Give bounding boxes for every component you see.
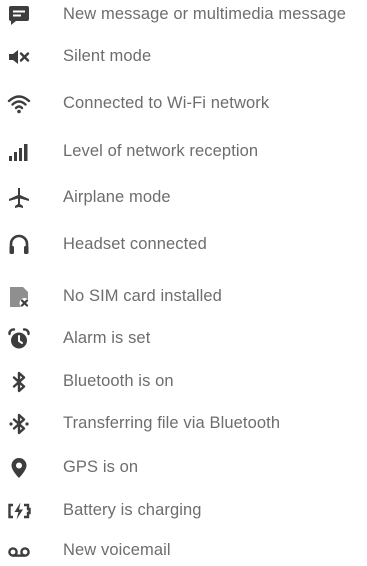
legend-label: Battery is charging [63,501,202,519]
legend-label: Airplane mode [63,188,171,206]
legend-label: Connected to Wi-Fi network [63,94,270,112]
legend-row-battery-charging: Battery is charging [0,496,367,526]
legend-label: Transferring file via Bluetooth [63,414,281,432]
bluetooth-transfer-icon [7,412,31,436]
legend-label: No SIM card installed [63,287,222,305]
headset-icon [7,233,31,257]
silent-mode-icon [7,45,31,69]
legend-row-gps: GPS is on [0,453,367,483]
legend-label: Bluetooth is on [63,372,174,390]
legend-label: Alarm is set [63,329,151,347]
wifi-icon [7,92,31,116]
legend-label: New voicemail [63,541,171,559]
message-icon [7,3,31,27]
legend-row-headset: Headset connected [0,230,367,260]
airplane-icon [7,186,31,210]
legend-row-signal: Level of network reception [0,137,367,167]
legend-row-silent-mode: Silent mode [0,42,367,72]
battery-charging-icon [7,499,31,523]
voicemail-icon [7,539,31,563]
legend-label: Level of network reception [63,142,259,160]
signal-strength-icon [7,140,31,164]
location-pin-icon [7,456,31,480]
legend-row-voicemail: New voicemail [0,536,367,566]
legend-row-alarm: Alarm is set [0,324,367,354]
legend-label: New message or multimedia message [63,5,346,23]
legend-row-bluetooth: Bluetooth is on [0,367,367,397]
legend-label: Silent mode [63,47,152,65]
legend-row-bluetooth-transfer: Transferring file via Bluetooth [0,409,367,439]
no-sim-icon [7,285,31,309]
bluetooth-icon [7,370,31,394]
legend-label: GPS is on [63,458,139,476]
alarm-clock-icon [7,327,31,351]
legend-label: Headset connected [63,235,207,253]
legend-row-new-message: New message or multimedia message [0,0,367,30]
legend-row-wifi: Connected to Wi-Fi network [0,89,367,119]
legend-row-airplane: Airplane mode [0,183,367,213]
legend-row-no-sim: No SIM card installed [0,282,367,312]
